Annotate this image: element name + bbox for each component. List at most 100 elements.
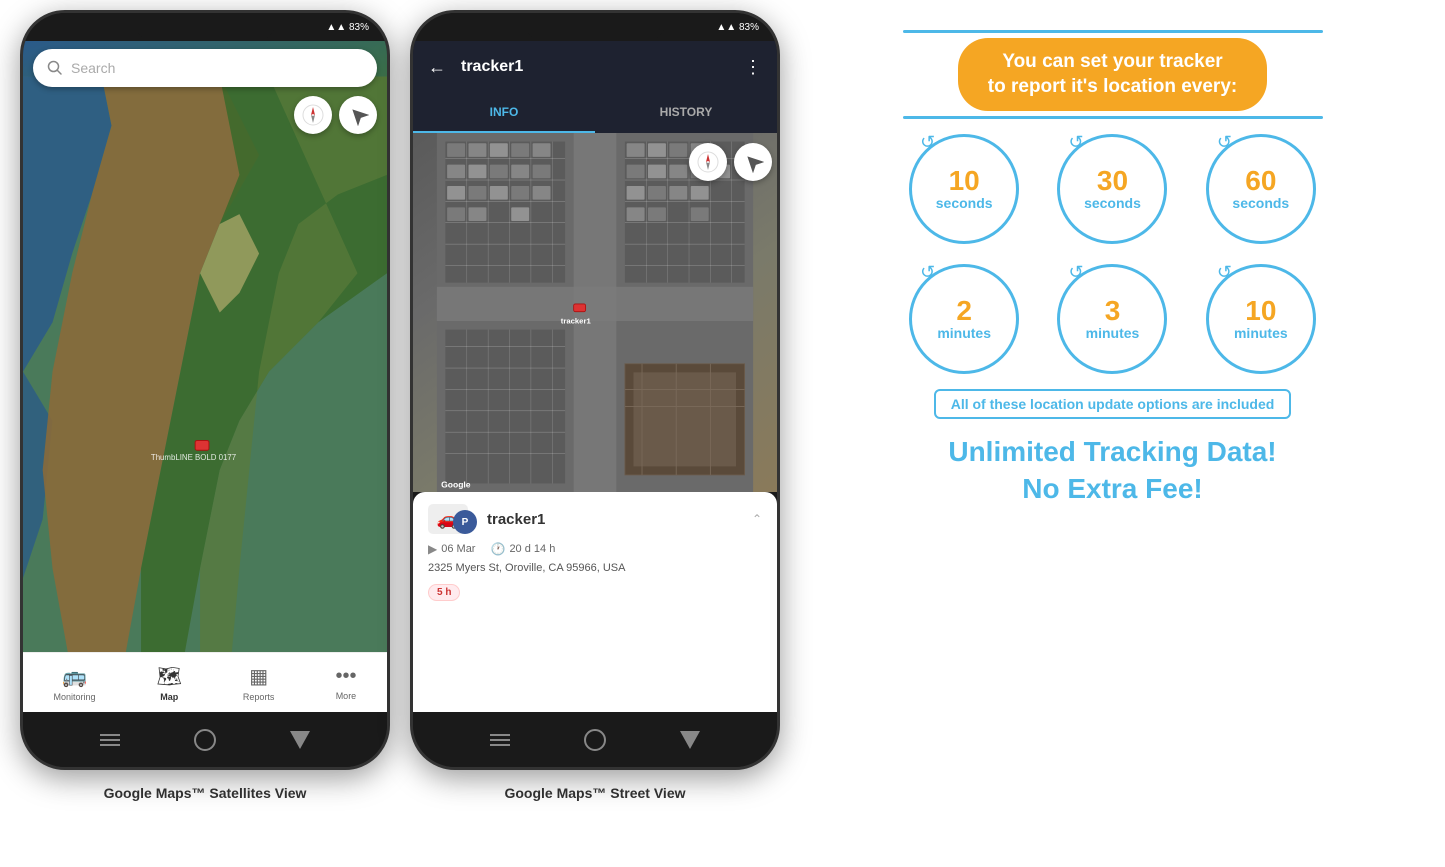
circle-unit-6: minutes [1234, 325, 1288, 341]
time-circle-60sec: ↺ 60 seconds [1206, 134, 1316, 244]
clock-icon: 🕐 [490, 542, 505, 556]
unlimited-line2: No Extra Fee! [948, 471, 1276, 507]
navigate-button-2[interactable] [734, 143, 772, 181]
nav-reports[interactable]: ▦ Reports [243, 664, 275, 702]
tab-info[interactable]: INFO [413, 93, 595, 133]
arrow-icon-6: ↺ [1217, 262, 1232, 283]
search-bar[interactable]: Search [33, 49, 377, 87]
included-badge: All of these location update options are… [934, 389, 1292, 419]
phone1: ▲▲ 83% Search [20, 10, 390, 770]
time-circles-grid: ↺ 10 seconds ↺ 30 seconds ↺ 60 seconds [903, 134, 1323, 374]
circle-number-4: 2 [956, 297, 972, 325]
satellite-map-svg: ThumbLINE BOLD 0177 200 mi 500 km Google [23, 41, 387, 712]
arrow-icon-5: ↺ [1068, 262, 1083, 283]
home-button[interactable] [194, 729, 216, 751]
phone1-wrapper: ▲▲ 83% Search [20, 10, 390, 801]
unlimited-text: Unlimited Tracking Data! No Extra Fee! [948, 434, 1276, 507]
phone2-notch [525, 13, 665, 41]
phone1-caption: Google Maps™ Satellites View [104, 785, 307, 801]
headline-badge: You can set your tracker to report it's … [958, 38, 1267, 111]
info-card: 🚗 P tracker1 ⌃ ▶ 06 Mar 🕐 20 d [413, 492, 777, 712]
nav-more[interactable]: ••• More [335, 665, 356, 701]
line2 [100, 739, 120, 741]
home-button-2[interactable] [584, 729, 606, 751]
arrow-icon-4: ↺ [920, 262, 935, 283]
duration-item: 🕐 20 d 14 h [490, 542, 555, 556]
circle-wrapper-4: ↺ 2 minutes [903, 264, 1026, 374]
circle-wrapper-1: ↺ 10 seconds [903, 134, 1026, 244]
compass-button-1[interactable] [294, 96, 332, 134]
svg-text:tracker1: tracker1 [561, 317, 592, 326]
address-text: 2325 Myers St, Oroville, CA 95966, USA [428, 562, 762, 574]
parking-map: tracker1 Google [413, 133, 777, 492]
navigate-button-1[interactable] [339, 96, 377, 134]
circle-number-6: 10 [1245, 297, 1276, 325]
back-triangle[interactable] [290, 731, 310, 749]
tab-history[interactable]: HISTORY [595, 93, 777, 133]
card-info-row: ▶ 06 Mar 🕐 20 d 14 h [428, 542, 762, 556]
reports-icon: ▦ [249, 664, 268, 689]
time-circle-2min: ↺ 2 minutes [909, 264, 1019, 374]
svg-text:Google: Google [441, 480, 471, 490]
navigate-icon-2 [742, 151, 764, 173]
phone2-wrapper: ▲▲ 83% ← tracker1 ⋮ INFO HISTORY [410, 10, 780, 801]
circle-number-1: 10 [949, 167, 980, 195]
more-button-2[interactable]: ⋮ [744, 57, 762, 78]
phone2-home-bar [413, 712, 777, 767]
circle-wrapper-5: ↺ 3 minutes [1051, 264, 1174, 374]
line1 [100, 734, 120, 736]
circle-unit-1: seconds [936, 195, 993, 211]
arrow-icon-3: ↺ [1217, 132, 1232, 153]
back-triangle-2[interactable] [680, 731, 700, 749]
search-placeholder: Search [71, 60, 115, 76]
arrow-icon-2: ↺ [1068, 132, 1083, 153]
time-circle-30sec: ↺ 30 seconds [1057, 134, 1167, 244]
date-value: 06 Mar [441, 543, 475, 555]
home-lines-icon[interactable] [100, 734, 120, 746]
phone2-screen: ← tracker1 ⋮ INFO HISTORY [413, 41, 777, 712]
nav-monitoring[interactable]: 🚌 Monitoring [54, 664, 96, 702]
info-panel: You can set your tracker to report it's … [800, 10, 1425, 527]
svg-text:ThumbLINE BOLD 0177: ThumbLINE BOLD 0177 [151, 453, 236, 462]
navigate-icon-1 [347, 104, 369, 126]
line1 [490, 734, 510, 736]
circle-number-3: 60 [1245, 167, 1276, 195]
card-tracker-title: tracker1 [487, 511, 545, 528]
headline-text: You can set your tracker to report it's … [988, 50, 1237, 99]
nav-map[interactable]: 🗺 Map [157, 664, 182, 702]
time-circle-10min: ↺ 10 minutes [1206, 264, 1316, 374]
line2 [490, 739, 510, 741]
circle-wrapper-2: ↺ 30 seconds [1051, 134, 1174, 244]
phone2: ▲▲ 83% ← tracker1 ⋮ INFO HISTORY [410, 10, 780, 770]
search-icon [47, 60, 63, 76]
scroll-indicator: ⌃ [752, 512, 762, 526]
phone1-screen: Search [23, 41, 387, 712]
time-circle-3min: ↺ 3 minutes [1057, 264, 1167, 374]
phone1-notch [135, 13, 275, 41]
circle-unit-5: minutes [1086, 325, 1140, 341]
play-icon: ▶ [428, 542, 437, 556]
circle-number-5: 3 [1105, 297, 1121, 325]
parking-badge: P [453, 510, 477, 534]
tracker-title: tracker1 [461, 58, 744, 76]
phone1-home-bar [23, 712, 387, 767]
more-icon: ••• [335, 665, 356, 688]
home-lines-2[interactable] [490, 734, 510, 746]
time-circle-10sec: ↺ 10 seconds [909, 134, 1019, 244]
time-badge: 5 h [428, 584, 460, 601]
monitoring-label: Monitoring [54, 692, 96, 702]
card-header: 🚗 P tracker1 ⌃ [428, 504, 762, 534]
compass-icon-2 [697, 151, 719, 173]
line3 [490, 744, 510, 746]
line3 [100, 744, 120, 746]
compass-button-2[interactable] [689, 143, 727, 181]
arrow-icon-1: ↺ [920, 132, 935, 153]
reports-label: Reports [243, 692, 275, 702]
back-button[interactable]: ← [428, 57, 446, 78]
phone2-header: ← tracker1 ⋮ [413, 41, 777, 93]
more-label: More [336, 691, 357, 701]
circle-wrapper-3: ↺ 60 seconds [1199, 134, 1322, 244]
date-item: ▶ 06 Mar [428, 542, 475, 556]
phone2-status-icons: ▲▲ 83% [716, 22, 759, 33]
unlimited-line1: Unlimited Tracking Data! [948, 434, 1276, 470]
